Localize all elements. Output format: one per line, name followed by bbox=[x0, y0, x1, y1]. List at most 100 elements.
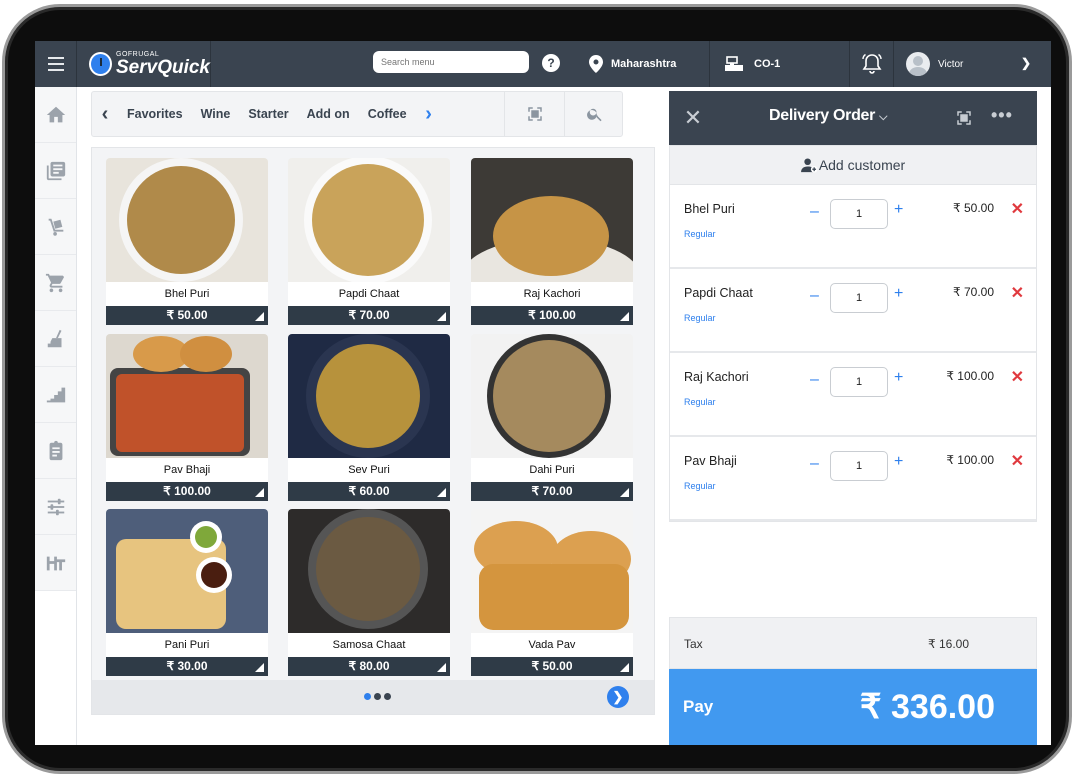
remove-item-icon[interactable]: ✕ bbox=[1011, 283, 1024, 303]
decrease-qty-button[interactable]: – bbox=[810, 371, 819, 389]
sidebar-item-reports[interactable] bbox=[35, 367, 76, 423]
category-tab[interactable]: Starter bbox=[239, 107, 297, 121]
product-price: ₹ 50.00 bbox=[471, 657, 633, 676]
quantity-input[interactable]: 1 bbox=[830, 283, 888, 313]
category-tab[interactable]: Favorites bbox=[118, 107, 192, 121]
hamburger-icon bbox=[47, 55, 64, 73]
close-order-button[interactable]: ✕ bbox=[669, 105, 717, 131]
decrease-qty-button[interactable]: – bbox=[810, 203, 819, 221]
item-variant-link[interactable]: Regular bbox=[684, 397, 716, 407]
item-variant-link[interactable]: Regular bbox=[684, 313, 716, 323]
order-line-item: Papdi Chaat Regular – 1 + ₹ 70.00 ✕ bbox=[670, 269, 1036, 353]
order-header: ✕ Delivery Order ⌵ ••• bbox=[669, 91, 1037, 145]
product-price: ₹ 70.00 bbox=[471, 482, 633, 501]
add-customer-button[interactable]: Add customer bbox=[669, 145, 1037, 185]
product-name: Raj Kachori bbox=[471, 282, 633, 306]
product-image bbox=[288, 509, 450, 633]
sidebar-item-delivery[interactable] bbox=[35, 199, 76, 255]
decrease-qty-button[interactable]: – bbox=[810, 455, 819, 473]
product-name: Dahi Puri bbox=[471, 458, 633, 482]
product-card[interactable]: Pav Bhaji ₹ 100.00 bbox=[106, 334, 268, 504]
decrease-qty-button[interactable]: – bbox=[810, 287, 819, 305]
item-variant-link[interactable]: Regular bbox=[684, 229, 716, 239]
increase-qty-button[interactable]: + bbox=[894, 285, 903, 303]
product-name: Pani Puri bbox=[106, 633, 268, 657]
category-next-button[interactable]: › bbox=[416, 103, 442, 126]
search-button[interactable] bbox=[564, 92, 624, 136]
product-price: ₹ 30.00 bbox=[106, 657, 268, 676]
product-grid: Bhel Puri ₹ 50.00 Papdi Chaat ₹ 70.00 Ra… bbox=[91, 147, 655, 715]
category-tab[interactable]: Wine bbox=[192, 107, 240, 121]
user-menu[interactable]: Victor ❯ bbox=[893, 41, 1051, 87]
product-name: Samosa Chaat bbox=[288, 633, 450, 657]
product-price: ₹ 50.00 bbox=[106, 306, 268, 325]
product-card[interactable]: Dahi Puri ₹ 70.00 bbox=[471, 334, 633, 504]
search-icon bbox=[586, 108, 602, 122]
increase-qty-button[interactable]: + bbox=[894, 453, 903, 471]
expand-icon[interactable] bbox=[955, 109, 973, 127]
item-variant-link[interactable]: Regular bbox=[684, 481, 716, 491]
sidebar-item-cart[interactable] bbox=[35, 255, 76, 311]
app-screen: GOFRUGAL ServQuick ? Maharashtra CO-1 Vi… bbox=[35, 41, 1051, 745]
ht-icon bbox=[46, 556, 65, 570]
search-menu-input[interactable] bbox=[373, 51, 529, 73]
increase-qty-button[interactable]: + bbox=[894, 369, 903, 387]
order-total: ₹ 336.00 bbox=[859, 688, 995, 726]
product-card[interactable]: Raj Kachori ₹ 100.00 bbox=[471, 158, 633, 328]
product-image bbox=[106, 509, 268, 633]
counter-selector[interactable]: CO-1 bbox=[709, 41, 849, 87]
scan-button[interactable] bbox=[504, 92, 564, 136]
product-image bbox=[471, 334, 633, 458]
order-line-item: Pav Bhaji Regular – 1 + ₹ 100.00 ✕ bbox=[670, 437, 1036, 521]
product-card[interactable]: Papdi Chaat ₹ 70.00 bbox=[288, 158, 450, 328]
item-name: Papdi Chaat bbox=[684, 286, 753, 300]
page-dot[interactable] bbox=[364, 693, 371, 700]
product-card[interactable]: Vada Pav ₹ 50.00 bbox=[471, 509, 633, 679]
order-title: Delivery Order bbox=[769, 107, 876, 124]
sidebar-item-home[interactable] bbox=[35, 87, 76, 143]
sidebar-item-settings[interactable] bbox=[35, 479, 76, 535]
location-selector[interactable]: Maharashtra bbox=[575, 41, 709, 87]
tax-label: Tax bbox=[684, 637, 703, 651]
sidebar-item-orders[interactable] bbox=[35, 423, 76, 479]
product-card[interactable]: Sev Puri ₹ 60.00 bbox=[288, 334, 450, 504]
quantity-input[interactable]: 1 bbox=[830, 367, 888, 397]
sidebar-item-ht[interactable] bbox=[35, 535, 76, 591]
product-image bbox=[106, 158, 268, 282]
category-tab[interactable]: Coffee bbox=[359, 107, 416, 121]
page-dot[interactable] bbox=[374, 693, 381, 700]
more-options-icon[interactable]: ••• bbox=[991, 105, 1013, 126]
category-tab[interactable]: Add on bbox=[298, 107, 359, 121]
chevron-down-icon: ⌵ bbox=[879, 111, 888, 123]
page-dot[interactable] bbox=[384, 693, 391, 700]
category-prev-button[interactable]: ‹ bbox=[92, 103, 118, 126]
next-page-button[interactable]: ❯ bbox=[607, 686, 629, 708]
product-card[interactable]: Samosa Chaat ₹ 80.00 bbox=[288, 509, 450, 679]
remove-item-icon[interactable]: ✕ bbox=[1011, 367, 1024, 387]
quantity-input[interactable]: 1 bbox=[830, 199, 888, 229]
order-type-selector[interactable]: Delivery Order ⌵ bbox=[769, 107, 887, 125]
product-image bbox=[288, 158, 450, 282]
category-bar: ‹ Favorites Wine Starter Add on Coffee › bbox=[91, 91, 623, 137]
sidebar-item-cleaning[interactable] bbox=[35, 311, 76, 367]
sliders-icon bbox=[47, 498, 64, 515]
product-image bbox=[106, 334, 268, 458]
pay-button[interactable]: Pay ₹ 336.00 bbox=[669, 669, 1037, 745]
product-name: Vada Pav bbox=[471, 633, 633, 657]
increase-qty-button[interactable]: + bbox=[894, 201, 903, 219]
product-price: ₹ 100.00 bbox=[471, 306, 633, 325]
hamburger-menu-button[interactable] bbox=[35, 41, 77, 87]
avatar bbox=[906, 52, 930, 76]
counter-label: CO-1 bbox=[754, 58, 781, 70]
quantity-input[interactable]: 1 bbox=[830, 451, 888, 481]
notifications-button[interactable] bbox=[849, 41, 893, 87]
remove-item-icon[interactable]: ✕ bbox=[1011, 199, 1024, 219]
help-icon[interactable]: ? bbox=[542, 54, 560, 72]
product-card[interactable]: Pani Puri ₹ 30.00 bbox=[106, 509, 268, 679]
sidebar-item-catalog[interactable] bbox=[35, 143, 76, 199]
product-name: Bhel Puri bbox=[106, 282, 268, 306]
product-card[interactable]: Bhel Puri ₹ 50.00 bbox=[106, 158, 268, 328]
item-price: ₹ 50.00 bbox=[953, 201, 994, 215]
remove-item-icon[interactable]: ✕ bbox=[1011, 451, 1024, 471]
order-line-item: Bhel Puri Regular – 1 + ₹ 50.00 ✕ bbox=[670, 185, 1036, 269]
